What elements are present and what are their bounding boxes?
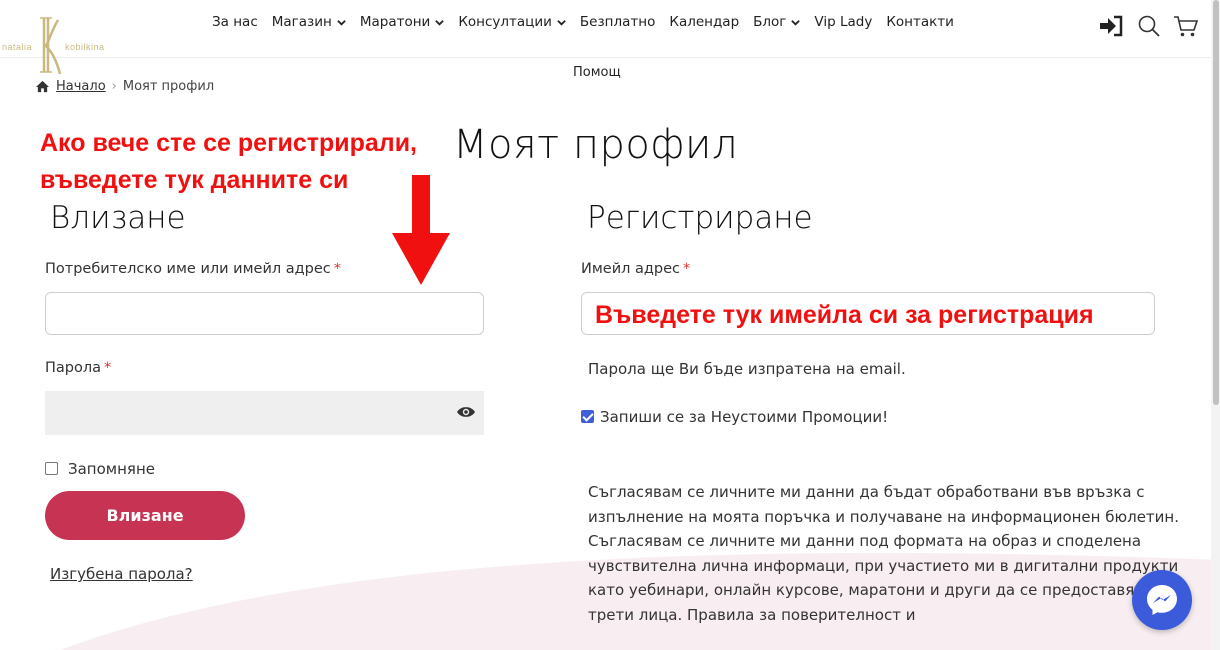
login-heading: Влизане xyxy=(50,200,186,236)
annotation-email: Въведете тук имейла си за регистрация xyxy=(595,301,1094,329)
messenger-chat-button[interactable] xyxy=(1132,570,1192,630)
nav-item-shop[interactable]: Магазин xyxy=(272,14,346,30)
password-label: Парола * xyxy=(45,360,111,376)
promo-label: Запиши се за Неустоими Промоции! xyxy=(600,408,889,426)
username-label: Потребителско име или имейл адрес * xyxy=(45,261,341,277)
password-info-text: Парола ще Ви бъде изпратена на email. xyxy=(588,360,906,378)
nav-label: Безплатно xyxy=(579,14,656,30)
login-button[interactable]: Влизане xyxy=(45,491,245,540)
lost-password-link[interactable]: Изгубена парола? xyxy=(50,565,193,583)
breadcrumb: Начало › Моят профил xyxy=(35,79,214,94)
sign-in-icon[interactable] xyxy=(1097,12,1125,40)
username-input[interactable] xyxy=(45,292,484,335)
remember-checkbox[interactable] xyxy=(45,462,58,475)
show-password-icon[interactable] xyxy=(456,405,476,419)
arrow-down-icon xyxy=(392,175,450,285)
nav-label: Vip Lady xyxy=(814,14,873,30)
chevron-down-icon xyxy=(557,19,566,26)
nav-label: Консултации xyxy=(458,14,552,30)
nav-item-help[interactable]: Помощ xyxy=(573,65,621,80)
password-input[interactable] xyxy=(45,391,484,435)
required-mark: * xyxy=(683,261,691,277)
nav-label: Маратони xyxy=(359,14,431,30)
breadcrumb-separator: › xyxy=(111,79,117,94)
chevron-down-icon xyxy=(435,19,445,26)
nav-label: Магазин xyxy=(271,14,332,30)
search-icon[interactable] xyxy=(1135,12,1163,40)
nav-label: Календар xyxy=(669,14,740,30)
annotation-login-line-2: въведете тук данните си xyxy=(40,166,349,194)
nav-item-marathons[interactable]: Маратони xyxy=(360,14,445,30)
header-divider xyxy=(0,57,1220,58)
chevron-down-icon xyxy=(337,19,346,26)
breadcrumb-current: Моят профил xyxy=(122,79,215,94)
remember-label: Запомняне xyxy=(68,460,155,478)
page-title: Моят профил xyxy=(453,122,738,168)
promo-checkbox[interactable] xyxy=(581,410,594,423)
nav-item-blog[interactable]: Блог xyxy=(753,14,801,30)
site-header: natalia kobilkina За нас Магазин Маратон… xyxy=(0,0,1220,75)
cart-icon[interactable] xyxy=(1172,12,1200,40)
logo-text-last: kobilkina xyxy=(65,42,105,52)
nav-label: За нас xyxy=(212,14,258,30)
consent-text: Съгласявам се личните ми данни да бъдат … xyxy=(588,483,1179,624)
logo-text-first: natalia xyxy=(2,42,33,52)
username-label-text: Потребителско име или имейл адрес xyxy=(45,261,331,277)
nav-label: Блог xyxy=(753,14,787,30)
annotation-login-line-1: Ако вече сте се регистрирали, xyxy=(40,129,418,157)
nav-item-vip-lady[interactable]: Vip Lady xyxy=(814,14,872,30)
messenger-icon xyxy=(1147,585,1177,615)
nav-item-about[interactable]: За нас xyxy=(212,14,258,30)
nav-item-calendar[interactable]: Календар xyxy=(669,14,739,30)
scrollbar-thumb[interactable] xyxy=(1213,0,1219,405)
required-mark: * xyxy=(333,261,342,277)
register-heading: Регистриране xyxy=(587,200,813,236)
email-label-text: Имейл адрес xyxy=(581,261,681,277)
chevron-down-icon xyxy=(791,19,801,26)
password-label-text: Парола xyxy=(45,360,102,376)
required-mark: * xyxy=(104,360,112,376)
home-icon xyxy=(36,80,49,93)
nav-item-consultations[interactable]: Консултации xyxy=(458,14,566,30)
nav-item-free[interactable]: Безплатно xyxy=(580,14,655,30)
main-nav: За нас Магазин Маратони Консултации Безп… xyxy=(212,14,968,30)
nav-item-contacts[interactable]: Контакти xyxy=(886,14,954,30)
email-label: Имейл адрес * xyxy=(581,261,690,277)
breadcrumb-home-link[interactable]: Начало xyxy=(56,79,106,94)
nav-label: Контакти xyxy=(886,14,954,30)
